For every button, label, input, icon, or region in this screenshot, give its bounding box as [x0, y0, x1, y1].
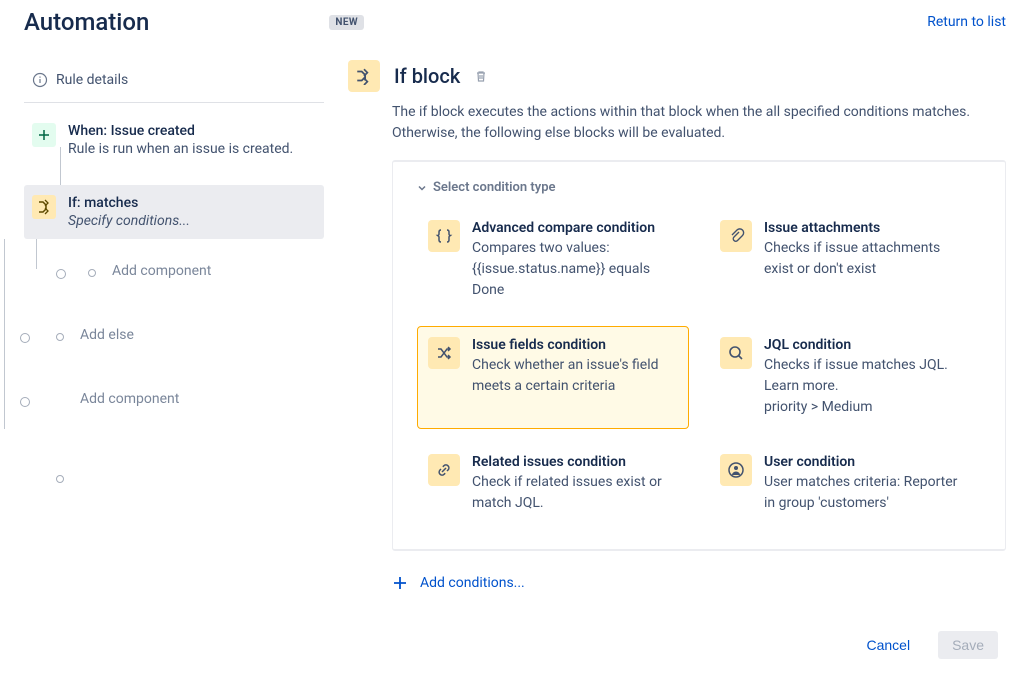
braces-icon — [428, 220, 460, 252]
condition-user[interactable]: User condition User matches criteria: Re… — [709, 443, 981, 525]
condition-related-issues[interactable]: Related issues condition Check if relate… — [417, 443, 689, 525]
new-badge: NEW — [329, 15, 364, 30]
if-step[interactable]: If: matches Specify conditions... — [24, 185, 324, 239]
condition-body: Issue fields condition Check whether an … — [472, 337, 678, 418]
condition-issue-fields[interactable]: Issue fields condition Check whether an … — [417, 326, 689, 429]
condition-desc: Check if related issues exist or match J… — [472, 472, 678, 514]
add-else-label: Add else — [80, 327, 134, 343]
condition-body: Issue attachments Checks if issue attach… — [764, 220, 970, 301]
circle-marker-icon — [56, 475, 64, 483]
add-component-label: Add component — [80, 391, 179, 407]
if-step-content: If: matches Specify conditions... — [68, 195, 190, 229]
condition-issue-attachments[interactable]: Issue attachments Checks if issue attach… — [709, 209, 981, 312]
if-step-title: If: matches — [68, 195, 190, 211]
condition-jql[interactable]: JQL condition Checks if issue matches JQ… — [709, 326, 981, 429]
condition-body: Related issues condition Check if relate… — [472, 454, 678, 514]
attachment-icon — [720, 220, 752, 252]
condition-title: Related issues condition — [472, 454, 678, 470]
connector-line — [4, 349, 5, 429]
page-header: Automation NEW Return to list — [0, 0, 1030, 36]
add-conditions-label: Add conditions... — [420, 575, 525, 591]
rule-details-label: Rule details — [56, 72, 128, 88]
condition-title: Issue attachments — [764, 220, 970, 236]
save-button[interactable]: Save — [938, 631, 998, 659]
rule-details-item[interactable]: Rule details — [24, 60, 324, 103]
user-icon — [720, 454, 752, 486]
add-component-label: Add component — [112, 263, 211, 279]
circle-marker-icon — [88, 269, 96, 277]
search-icon — [720, 337, 752, 369]
return-to-list-link[interactable]: Return to list — [927, 14, 1006, 30]
add-component-sub[interactable]: Add component — [80, 239, 324, 303]
when-step[interactable]: When: Issue created Rule is run when an … — [24, 113, 324, 167]
sidebar: Rule details When: Issue created Rule is… — [24, 60, 324, 659]
condition-grid: Advanced compare condition Compares two … — [417, 209, 981, 525]
condition-body: JQL condition Checks if issue matches JQ… — [764, 337, 970, 418]
condition-title: Issue fields condition — [472, 337, 678, 353]
link-icon — [428, 454, 460, 486]
connector-line — [4, 239, 5, 349]
add-conditions-button[interactable]: Add conditions... — [392, 575, 1006, 591]
connector-line — [36, 239, 37, 269]
condition-body: Advanced compare condition Compares two … — [472, 220, 678, 301]
main-description: The if block executes the actions within… — [392, 102, 1006, 144]
condition-desc: Compares two values: {{issue.status.name… — [472, 238, 678, 301]
footer: Cancel Save — [348, 631, 1006, 659]
page-title: Automation — [24, 8, 149, 36]
condition-desc: User matches criteria: Reporter in group… — [764, 472, 970, 514]
when-step-content: When: Issue created Rule is run when an … — [68, 123, 293, 157]
condition-body: User condition User matches criteria: Re… — [764, 454, 970, 514]
condition-title: Advanced compare condition — [472, 220, 678, 236]
condition-desc: Checks if issue matches JQL. Learn more.… — [764, 355, 970, 418]
main-header: If block — [348, 60, 1006, 92]
when-step-desc: Rule is run when an issue is created. — [68, 141, 293, 157]
page-header-left: Automation NEW — [24, 8, 364, 36]
trash-icon[interactable] — [474, 69, 488, 83]
condition-advanced-compare[interactable]: Advanced compare condition Compares two … — [417, 209, 689, 312]
chevron-down-icon — [417, 183, 427, 193]
panel-header-text: Select condition type — [433, 180, 556, 195]
main-panel: If block The if block executes the actio… — [340, 60, 1006, 659]
shuffle-icon — [428, 337, 460, 369]
plus-icon — [32, 123, 56, 147]
cancel-button[interactable]: Cancel — [854, 631, 922, 659]
add-else-item[interactable]: Add else — [44, 303, 324, 367]
condition-desc: Check whether an issue's field meets a c… — [472, 355, 678, 397]
condition-title: User condition — [764, 454, 970, 470]
main-title: If block — [394, 64, 460, 88]
circle-marker-icon — [56, 333, 64, 341]
if-step-desc: Specify conditions... — [68, 213, 190, 229]
condition-title: JQL condition — [764, 337, 970, 353]
when-step-title: When: Issue created — [68, 123, 293, 139]
condition-desc: Checks if issue attachments exist or don… — [764, 238, 970, 280]
add-component-item[interactable]: Add component — [44, 367, 324, 431]
panel-header[interactable]: Select condition type — [417, 180, 981, 195]
info-icon — [32, 72, 48, 88]
if-block-icon — [348, 60, 380, 92]
plus-icon — [392, 575, 408, 591]
condition-panel: Select condition type Advanced compare c… — [392, 160, 1006, 551]
branch-icon — [32, 195, 56, 219]
layout: Rule details When: Issue created Rule is… — [0, 36, 1030, 683]
